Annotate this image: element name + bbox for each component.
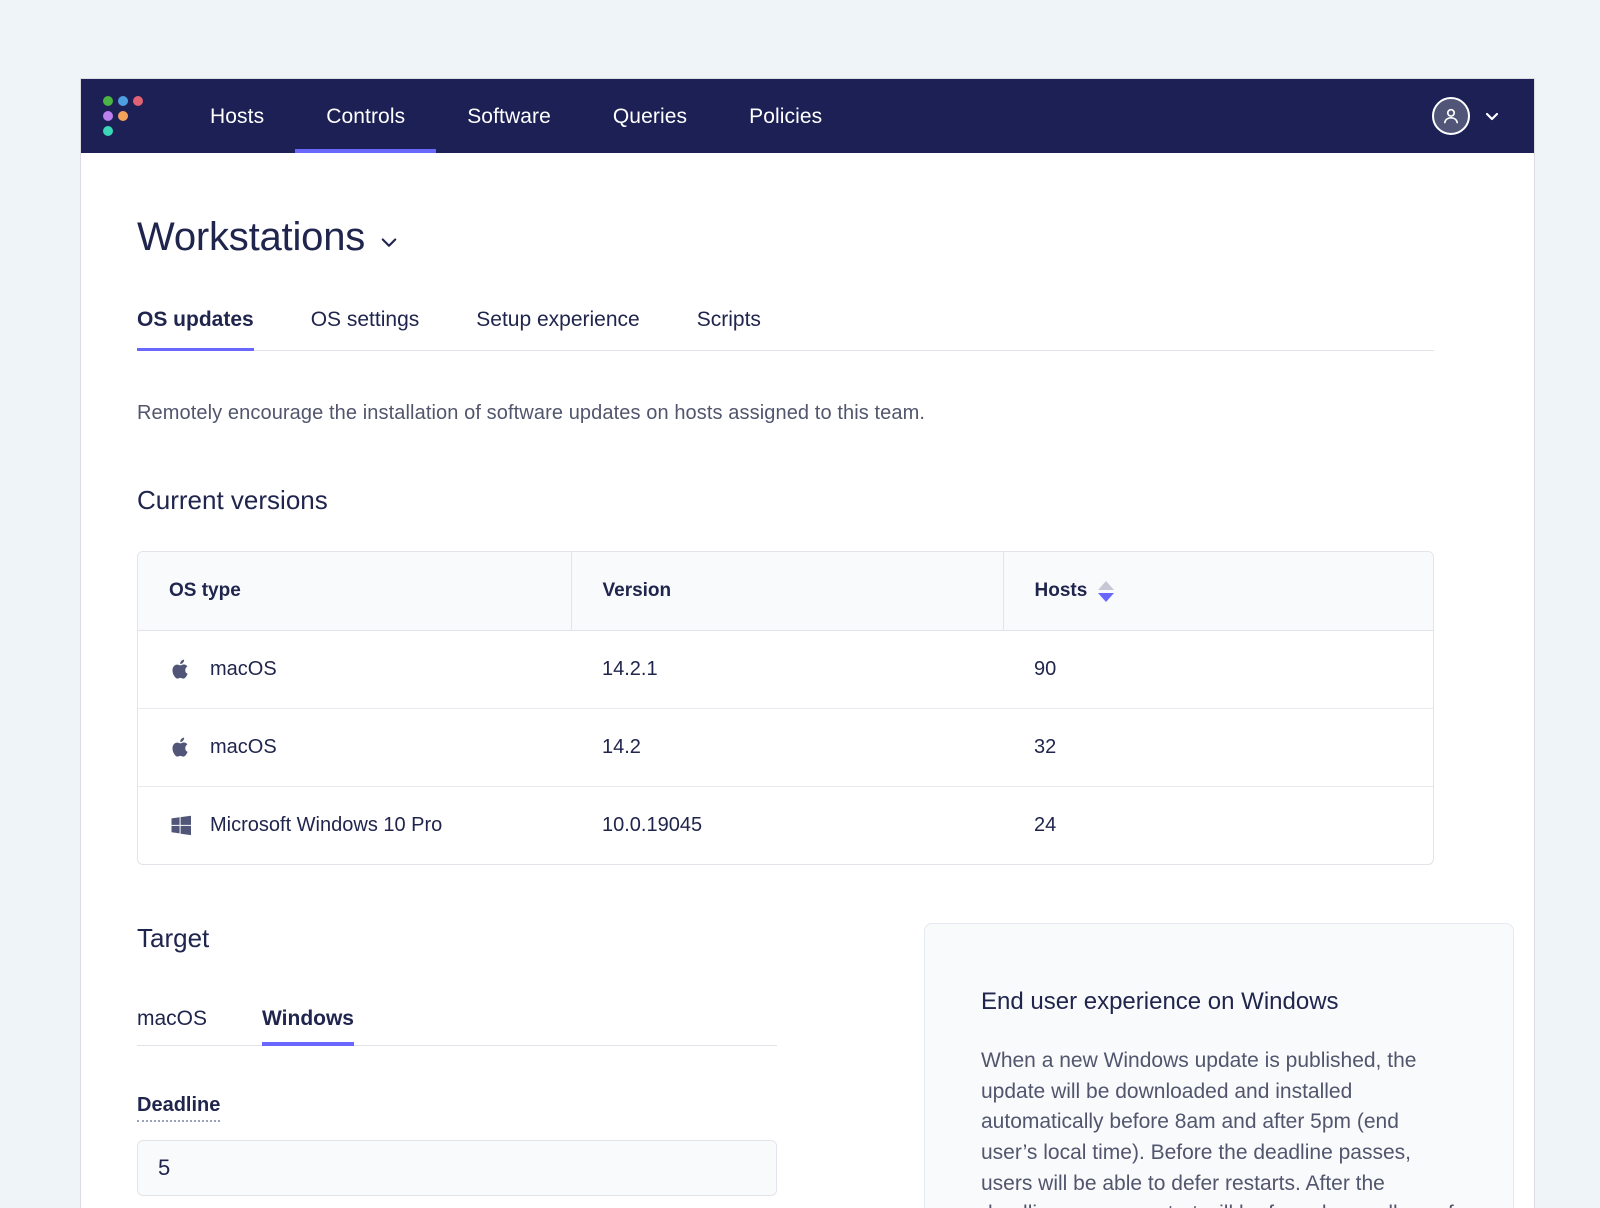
windows-icon bbox=[169, 813, 193, 838]
platform-tab-label: Windows bbox=[262, 1007, 354, 1030]
nav-item-label: Queries bbox=[612, 104, 688, 128]
info-panel-title: End user experience on Windows bbox=[981, 988, 1339, 1015]
tab-setup-experience[interactable]: Setup experience bbox=[476, 308, 639, 350]
logo-dot-green bbox=[103, 96, 113, 106]
chevron-down-icon[interactable] bbox=[379, 232, 399, 252]
cell-hosts: 32 bbox=[1003, 708, 1433, 787]
nav-item-label: Controls bbox=[326, 104, 406, 128]
column-header-version[interactable]: Version bbox=[571, 552, 1004, 631]
logo-dot-orange bbox=[118, 111, 128, 121]
user-menu[interactable] bbox=[1432, 79, 1500, 153]
target-column: Target macOS Windows Deadline bbox=[137, 923, 777, 1196]
nav-item-controls[interactable]: Controls bbox=[295, 79, 437, 153]
end-user-experience-panel: End user experience on Windows When a ne… bbox=[924, 923, 1514, 1208]
cell-hosts: 90 bbox=[1003, 630, 1433, 709]
cell-os-type: macOS bbox=[138, 708, 571, 787]
tab-os-settings[interactable]: OS settings bbox=[311, 308, 420, 350]
table-header-row: OS type Version Hosts bbox=[138, 552, 1433, 631]
column-header-label: Hosts bbox=[1034, 580, 1088, 601]
top-navigation-bar: Hosts Controls Software Queries Policies bbox=[81, 79, 1534, 153]
logo-dot-red bbox=[133, 96, 143, 106]
current-versions-table: OS type Version Hosts macOS 14.2.1 90 ma… bbox=[137, 551, 1434, 865]
app-window: Hosts Controls Software Queries Policies bbox=[80, 78, 1535, 1208]
nav-item-label: Policies bbox=[749, 104, 823, 128]
table-row: macOS 14.2.1 90 bbox=[138, 630, 1433, 709]
os-type-label: macOS bbox=[210, 736, 277, 758]
os-type-label: macOS bbox=[210, 658, 277, 680]
nav-item-hosts[interactable]: Hosts bbox=[179, 79, 295, 153]
current-versions-heading: Current versions bbox=[137, 485, 328, 515]
chevron-down-icon[interactable] bbox=[1484, 108, 1500, 124]
tab-os-updates[interactable]: OS updates bbox=[137, 308, 254, 351]
primary-nav-items: Hosts Controls Software Queries Policies bbox=[179, 79, 853, 153]
target-heading: Target bbox=[137, 923, 210, 953]
apple-icon bbox=[169, 735, 193, 760]
nav-item-policies[interactable]: Policies bbox=[718, 79, 853, 153]
page-title: Workstations bbox=[137, 215, 366, 259]
deadline-label[interactable]: Deadline bbox=[137, 1094, 221, 1122]
logo-dot-blue bbox=[118, 96, 128, 106]
platform-tab-windows[interactable]: Windows bbox=[262, 1007, 354, 1046]
apple-icon bbox=[169, 657, 193, 682]
sort-descending-icon[interactable] bbox=[1098, 592, 1115, 602]
user-avatar-icon[interactable] bbox=[1432, 97, 1470, 135]
os-type-label: Microsoft Windows 10 Pro bbox=[210, 814, 443, 836]
cell-version: 14.2 bbox=[571, 708, 1003, 787]
tab-label: OS updates bbox=[137, 308, 254, 331]
column-header-hosts[interactable]: Hosts bbox=[1003, 552, 1433, 631]
info-panel-body: When a new Windows update is published, … bbox=[981, 1049, 1454, 1208]
cell-version: 10.0.19045 bbox=[602, 814, 703, 836]
logo-dot-purple bbox=[103, 111, 113, 121]
cell-hosts: 24 bbox=[1034, 814, 1057, 836]
logo-dot-teal bbox=[103, 126, 113, 136]
tab-label: OS settings bbox=[310, 308, 420, 331]
table-row: macOS 14.2 32 bbox=[138, 708, 1433, 787]
column-header-os-type[interactable]: OS type bbox=[138, 552, 572, 631]
tab-label: Scripts bbox=[696, 308, 761, 331]
nav-item-software[interactable]: Software bbox=[436, 79, 582, 153]
deadline-input[interactable] bbox=[137, 1140, 777, 1196]
tab-label: Setup experience bbox=[476, 308, 640, 331]
nav-item-queries[interactable]: Queries bbox=[582, 79, 718, 153]
sort-ascending-icon[interactable] bbox=[1098, 580, 1115, 590]
cell-os-type: macOS bbox=[138, 630, 571, 709]
table-row: Microsoft Windows 10 Pro 10.0.19045 24 bbox=[138, 787, 1433, 865]
cell-version: 14.2.1 bbox=[571, 630, 1003, 709]
platform-tab-label: macOS bbox=[137, 1007, 208, 1030]
nav-item-label: Hosts bbox=[210, 104, 265, 128]
team-selector[interactable]: Workstations bbox=[137, 215, 399, 260]
column-header-label: Version bbox=[602, 580, 672, 601]
cell-os-type: Microsoft Windows 10 Pro bbox=[138, 787, 571, 865]
sort-toggle-icon[interactable] bbox=[1098, 580, 1115, 602]
column-header-label: OS type bbox=[169, 580, 241, 601]
controls-tab-bar: OS updates OS settings Setup experience … bbox=[137, 301, 1434, 351]
fleet-logo[interactable] bbox=[103, 93, 143, 139]
tab-scripts[interactable]: Scripts bbox=[697, 308, 761, 350]
page-description: Remotely encourage the installation of s… bbox=[137, 402, 926, 424]
platform-tab-bar: macOS Windows bbox=[137, 1000, 777, 1046]
page-content: Workstations OS updates OS settings Setu… bbox=[81, 215, 1534, 1208]
nav-item-label: Software bbox=[467, 104, 551, 128]
platform-tab-macos[interactable]: macOS bbox=[137, 1007, 207, 1045]
